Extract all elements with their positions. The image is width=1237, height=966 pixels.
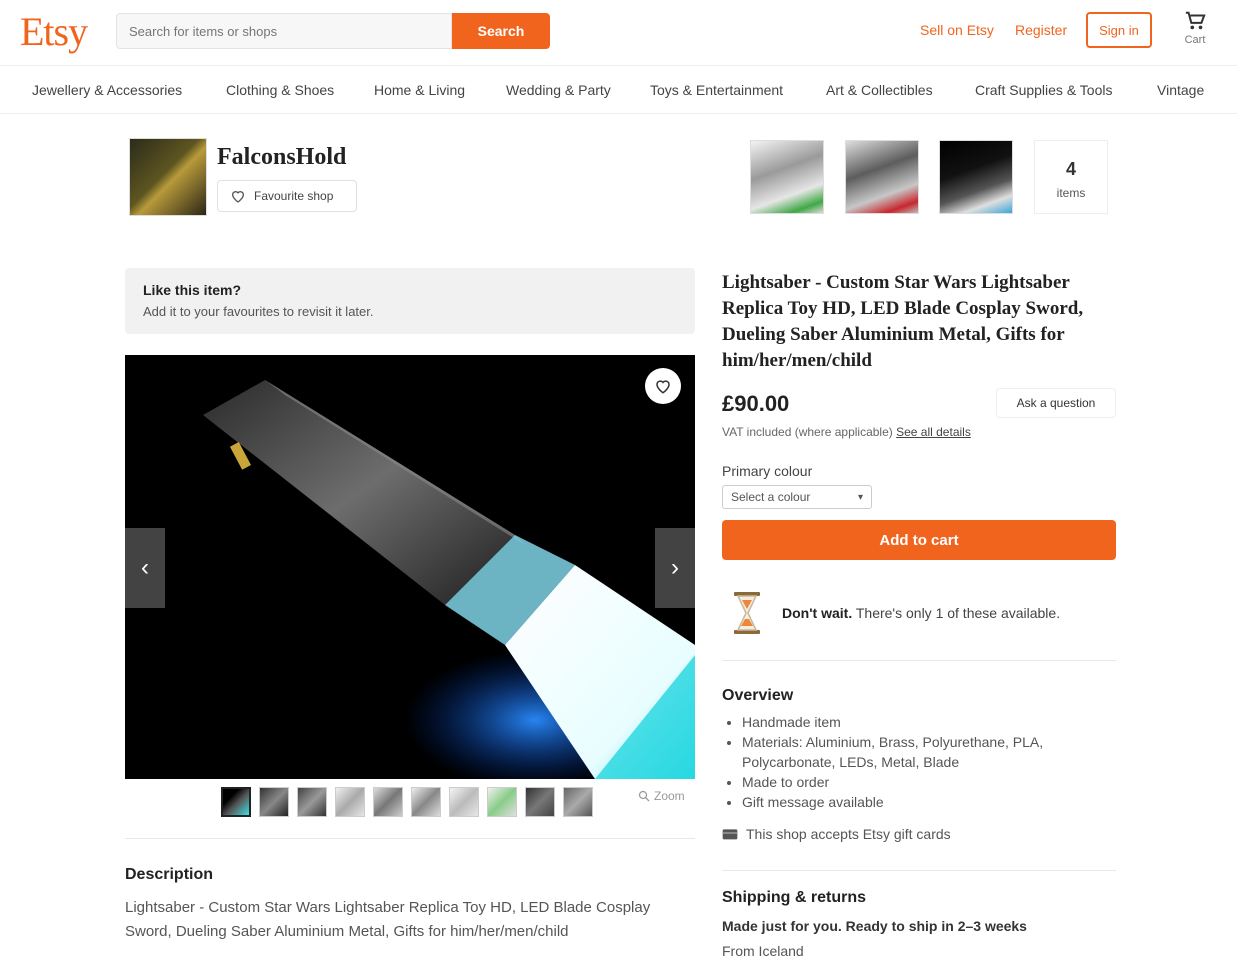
gallery-thumbnail[interactable]	[525, 787, 555, 817]
sign-in-button[interactable]: Sign in	[1086, 12, 1152, 48]
etsy-logo[interactable]: Etsy	[20, 8, 88, 55]
gift-card-icon	[722, 829, 738, 840]
category-craft[interactable]: Craft Supplies & Tools	[975, 82, 1112, 98]
overview-list: Handmade item Materials: Aluminium, Bras…	[742, 712, 1112, 812]
listing-main-image[interactable]	[125, 355, 695, 779]
gallery-thumbnail[interactable]	[449, 787, 479, 817]
previous-image-button[interactable]: ‹	[125, 528, 165, 608]
heart-icon	[656, 380, 670, 394]
category-vintage[interactable]: Vintage	[1157, 82, 1204, 98]
stock-bold: Don't wait.	[782, 605, 853, 621]
gallery-thumbnail[interactable]	[259, 787, 289, 817]
divider	[722, 660, 1116, 661]
items-count: 4	[1065, 159, 1076, 179]
shop-items-count[interactable]: 4 items	[1034, 140, 1108, 214]
stock-notice: Don't wait. There's only 1 of these avai…	[782, 605, 1060, 621]
register-link[interactable]: Register	[1015, 22, 1067, 38]
search-button[interactable]: Search	[452, 13, 550, 49]
shop-item-thumbnail[interactable]	[750, 140, 824, 214]
overview-heading: Overview	[722, 687, 794, 704]
colour-select[interactable]: Select a colour ▾	[722, 485, 872, 509]
cart-icon	[1185, 11, 1206, 30]
colour-select-value: Select a colour	[731, 490, 811, 504]
items-label: items	[1056, 186, 1086, 200]
divider	[722, 870, 1116, 871]
shop-item-thumbnail[interactable]	[939, 140, 1013, 214]
cart-button[interactable]: Cart	[1178, 10, 1212, 46]
chevron-left-icon: ‹	[141, 554, 149, 581]
vat-details-link[interactable]: See all details	[896, 425, 971, 439]
gallery-thumbnail[interactable]	[411, 787, 441, 817]
gift-cards-text: This shop accepts Etsy gift cards	[746, 826, 951, 842]
shop-item-thumbnail[interactable]	[845, 140, 919, 214]
overview-item: Gift message available	[742, 792, 1112, 812]
banner-subtitle: Add it to your favourites to revisit it …	[143, 304, 374, 319]
listing-price: £90.00	[722, 391, 790, 416]
add-to-cart-button[interactable]: Add to cart	[722, 520, 1116, 560]
category-clothing[interactable]: Clothing & Shoes	[226, 82, 334, 98]
favourite-prompt-banner: Like this item? Add it to your favourite…	[125, 268, 695, 334]
listing-title: Lightsaber - Custom Star Wars Lightsaber…	[722, 272, 1084, 371]
vat-text: VAT included (where applicable)	[722, 425, 893, 439]
overview-item: Handmade item	[742, 712, 1112, 732]
favourite-shop-button[interactable]: Favourite shop	[217, 180, 357, 212]
magnifier-icon	[638, 790, 650, 802]
gallery-thumbnail[interactable]	[487, 787, 517, 817]
hourglass-icon	[734, 592, 760, 634]
site-header: Etsy Search Sell on Etsy Register Sign i…	[0, 0, 1237, 66]
category-art[interactable]: Art & Collectibles	[826, 82, 933, 98]
description-text: Lightsaber - Custom Star Wars Lightsaber…	[125, 899, 651, 940]
shipping-subheading: Made just for you. Ready to ship in 2–3 …	[722, 918, 1027, 934]
overview-item: Materials: Aluminium, Brass, Polyurethan…	[742, 732, 1112, 772]
gallery-thumbnail[interactable]	[221, 787, 251, 817]
shop-name[interactable]: FalconsHold	[217, 144, 346, 171]
shipping-origin: From Iceland	[722, 943, 804, 959]
gallery-thumbnail[interactable]	[373, 787, 403, 817]
ask-question-button[interactable]: Ask a question	[996, 388, 1116, 418]
heart-icon	[231, 191, 245, 203]
chevron-down-icon: ▾	[857, 491, 863, 503]
colour-label: Primary colour	[722, 463, 813, 479]
search-input[interactable]	[116, 13, 452, 49]
chevron-right-icon: ›	[671, 554, 679, 581]
cart-label: Cart	[1184, 34, 1206, 46]
gallery-thumbnail[interactable]	[563, 787, 593, 817]
gallery-thumbnail[interactable]	[297, 787, 327, 817]
description-heading: Description	[125, 866, 214, 883]
favourite-shop-label: Favourite shop	[254, 189, 334, 203]
category-wedding[interactable]: Wedding & Party	[506, 82, 611, 98]
divider	[125, 838, 695, 839]
overview-item: Made to order	[742, 772, 1112, 792]
zoom-button[interactable]: Zoom	[638, 789, 685, 803]
shop-avatar[interactable]	[129, 138, 207, 216]
sell-on-etsy-link[interactable]: Sell on Etsy	[920, 22, 994, 38]
next-image-button[interactable]: ›	[655, 528, 695, 608]
vat-notice: VAT included (where applicable) See all …	[722, 425, 971, 439]
category-jewellery[interactable]: Jewellery & Accessories	[32, 82, 182, 98]
gallery-thumbnail[interactable]	[335, 787, 365, 817]
category-home[interactable]: Home & Living	[374, 82, 465, 98]
search-bar: Search	[116, 13, 550, 49]
banner-title: Like this item?	[143, 282, 242, 298]
shipping-heading: Shipping & returns	[722, 889, 866, 906]
zoom-label: Zoom	[654, 789, 685, 803]
stock-text: There's only 1 of these available.	[855, 605, 1061, 621]
gift-cards-notice: This shop accepts Etsy gift cards	[722, 826, 951, 842]
lightsaber-photo	[203, 380, 695, 779]
favourite-item-button[interactable]	[645, 368, 681, 404]
category-nav: Jewellery & Accessories Clothing & Shoes…	[0, 66, 1237, 114]
category-toys[interactable]: Toys & Entertainment	[650, 82, 783, 98]
